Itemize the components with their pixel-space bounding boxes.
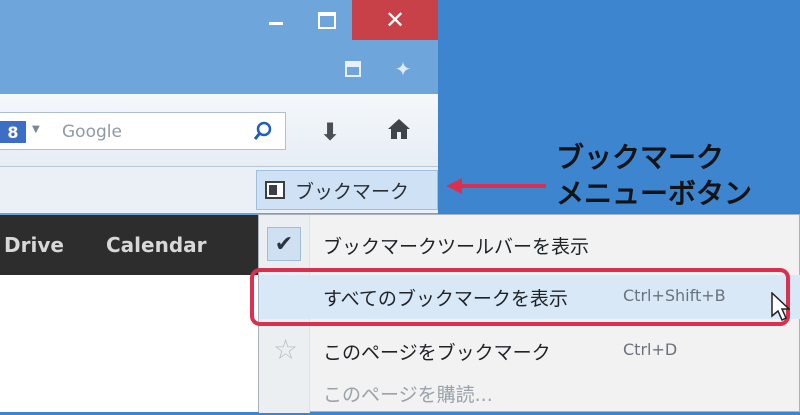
menu-item-label: このページをブックマーク: [323, 342, 551, 364]
search-input[interactable]: Google: [62, 122, 122, 142]
menu-item-bookmark-this-page[interactable]: ☆ このページをブックマーク Ctrl+D: [259, 329, 800, 373]
close-icon: ✕: [384, 6, 406, 34]
search-engine-icon[interactable]: 8: [0, 121, 26, 143]
bookmarks-menu-button[interactable]: ブックマーク: [256, 170, 438, 210]
annotation-arrow: [446, 178, 546, 194]
maximize-button[interactable]: [302, 0, 352, 40]
star-icon: ☆: [273, 333, 299, 366]
menu-item-show-bookmarks-toolbar[interactable]: ✔ ブックマークツールバーを表示: [259, 223, 800, 267]
mouse-cursor-icon: [771, 292, 790, 322]
bookmarks-menu-label: ブックマーク: [295, 180, 410, 203]
google-nav-bar: Drive Calendar: [0, 215, 258, 275]
check-icon: ✔: [267, 227, 301, 261]
tab-strip: [0, 46, 438, 94]
layout-button[interactable]: [342, 58, 364, 80]
annotation-label: ブックマーク メニューボタン: [556, 141, 753, 210]
gear-icon: ✦: [394, 57, 412, 81]
download-icon[interactable]: ⬇: [320, 118, 340, 146]
menu-item-label: このページを購読...: [323, 384, 493, 406]
minimize-icon: [269, 21, 283, 25]
menu-item-shortcut: Ctrl+D: [623, 340, 678, 359]
google-bar-drive[interactable]: Drive: [4, 233, 64, 257]
layout-icon: [345, 61, 361, 77]
chevron-down-icon[interactable]: ▼: [32, 124, 40, 135]
search-icon[interactable]: [253, 121, 273, 141]
highlight-annotation: [250, 268, 790, 326]
navigation-toolbar: 8 ▼ Google ⬇: [0, 94, 438, 167]
google-bar-calendar[interactable]: Calendar: [106, 233, 207, 257]
page-content: [0, 275, 258, 412]
close-button[interactable]: ✕: [352, 0, 438, 40]
search-box[interactable]: 8 ▼ Google: [0, 112, 286, 150]
menu-item-subscribe-page: このページを購読...: [259, 371, 800, 415]
home-icon[interactable]: [386, 116, 412, 142]
bookmarks-icon: [265, 181, 285, 199]
minimize-button[interactable]: [250, 0, 302, 40]
menu-item-label: ブックマークツールバーを表示: [323, 236, 590, 258]
maximize-icon: [318, 11, 336, 29]
settings-button[interactable]: ✦: [392, 57, 414, 81]
